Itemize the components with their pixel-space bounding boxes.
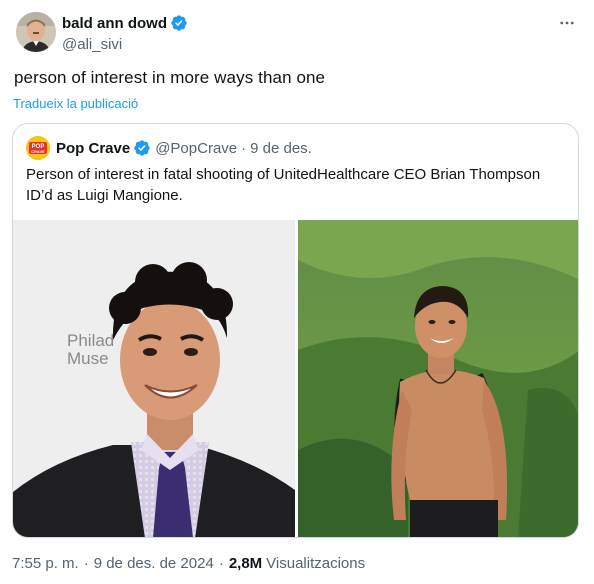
author-avatar[interactable] <box>16 12 56 52</box>
verified-badge-icon[interactable] <box>133 139 151 157</box>
quote-text: Person of interest in fatal shooting of … <box>26 166 541 204</box>
tweet-time[interactable]: 7:55 p. m. <box>12 555 79 572</box>
quote-handle[interactable]: @PopCrave <box>155 140 237 157</box>
popcrave-logo-icon: POP CRAVE <box>26 136 50 160</box>
translate-link[interactable]: Tradueix la publicació <box>13 96 138 111</box>
quote-display-name[interactable]: Pop Crave <box>56 140 130 157</box>
quote-separator: · <box>241 139 247 157</box>
quote-avatar[interactable]: POP CRAVE <box>26 136 50 160</box>
quote-photo-1[interactable]: Philad Muse <box>13 220 295 537</box>
views-count: 2,8M <box>228 555 263 572</box>
quote-photos: Philad Muse <box>13 220 578 537</box>
svg-text:Muse: Muse <box>67 349 109 368</box>
more-horizontal-icon[interactable] <box>556 12 578 34</box>
author-display-name[interactable]: bald ann dowd <box>62 15 167 32</box>
tweet-meta: 7:55 p. m. · 9 de des. de 2024 · 2,8M Vi… <box>12 555 365 572</box>
tweet: bald ann dowd @ali_sivi person of intere… <box>0 0 594 584</box>
svg-text:Philad: Philad <box>67 331 114 350</box>
views-label[interactable]: Visualitzacions <box>266 555 365 572</box>
quote-header: POP CRAVE Pop Crave @PopCrave · 9 de des… <box>26 136 312 160</box>
meta-separator: · <box>218 555 224 572</box>
quote-photo-2[interactable] <box>298 220 578 537</box>
author-avatar-image <box>16 12 56 52</box>
author-handle[interactable]: @ali_sivi <box>62 36 188 53</box>
author-block: bald ann dowd @ali_sivi <box>62 13 188 53</box>
author-name-row: bald ann dowd <box>62 13 188 33</box>
quote-date[interactable]: 9 de des. <box>250 140 312 157</box>
tweet-date[interactable]: 9 de des. de 2024 <box>94 555 214 572</box>
meta-separator: · <box>83 555 89 572</box>
svg-text:CRAVE: CRAVE <box>31 149 45 154</box>
hiking-photo-image <box>298 220 578 537</box>
verified-badge-icon[interactable] <box>170 14 188 32</box>
quoted-tweet[interactable]: POP CRAVE Pop Crave @PopCrave · 9 de des… <box>12 123 579 538</box>
tweet-text: person of interest in more ways than one <box>14 68 326 87</box>
portrait-suit-image: Philad Muse <box>13 220 295 537</box>
